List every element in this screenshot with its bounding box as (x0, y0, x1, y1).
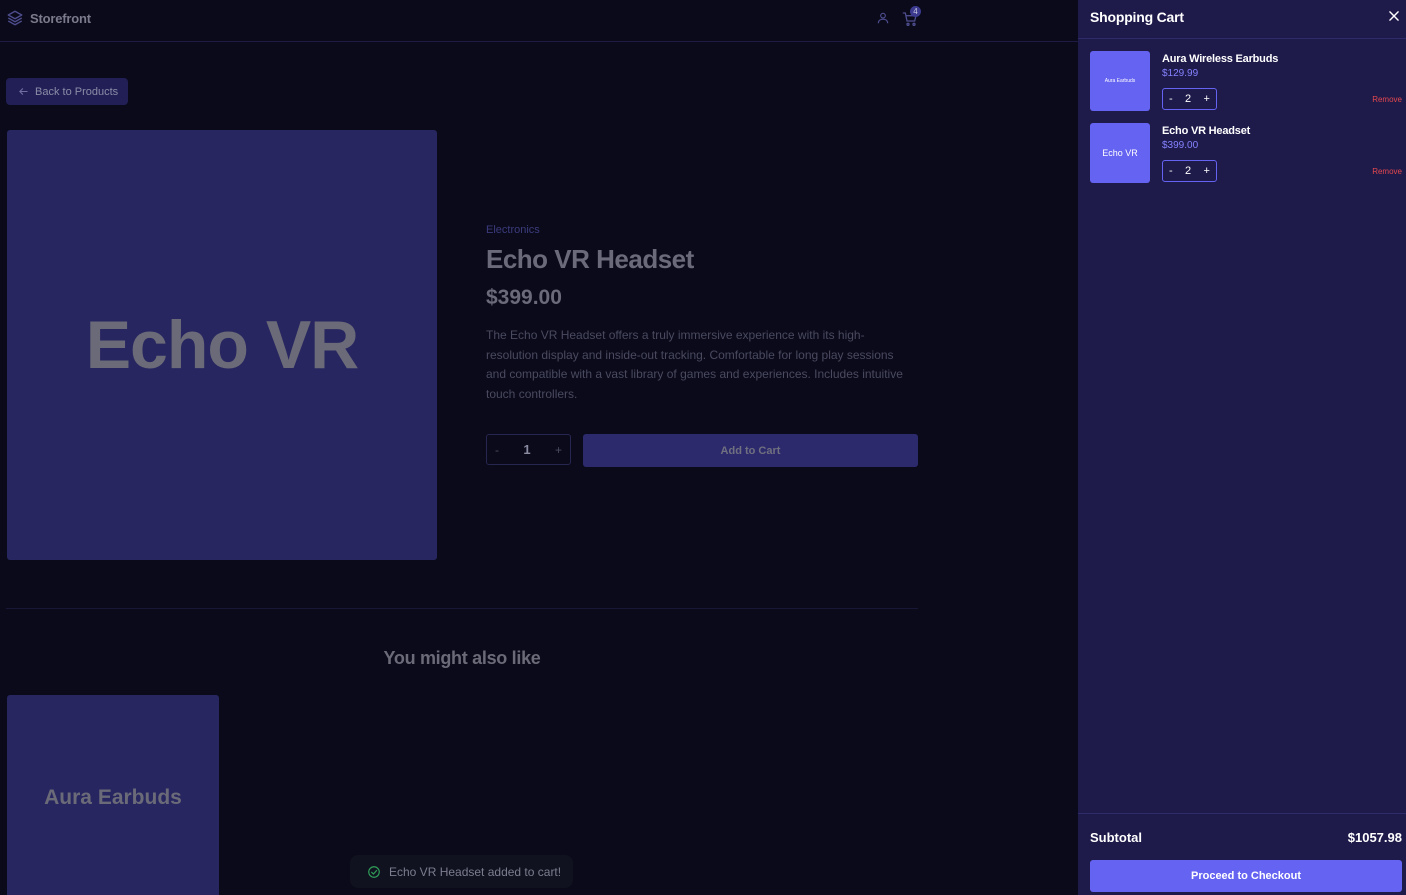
related-product-card[interactable]: Aura Earbuds (7, 695, 219, 895)
section-divider (6, 608, 918, 609)
cart-item-name: Echo VR Headset (1162, 125, 1251, 137)
user-icon[interactable] (876, 11, 890, 25)
cart-item-quantity-stepper: - 2 + (1162, 88, 1217, 110)
close-icon[interactable] (1387, 9, 1401, 23)
top-navbar: Storefront 4 (0, 0, 1078, 42)
cart-item: Echo VR Echo VR Headset $399.00 - 2 + Re… (1090, 123, 1402, 183)
arrow-left-icon (19, 88, 28, 95)
layers-logo-icon (7, 10, 23, 26)
cart-drawer: Shopping Cart Aura Earbuds Aura Wireless… (1078, 0, 1406, 895)
cart-item-increase-button[interactable]: + (1204, 93, 1210, 105)
cart-drawer-title: Shopping Cart (1090, 9, 1184, 25)
cart-item-decrease-button[interactable]: - (1169, 165, 1173, 177)
brand-name: Storefront (30, 10, 91, 26)
qty-value: 1 (523, 442, 531, 457)
cart-item-decrease-button[interactable]: - (1169, 93, 1173, 105)
cart-drawer-footer: Subtotal $1057.98 Proceed to Checkout (1078, 813, 1406, 895)
cart-item-increase-button[interactable]: + (1204, 165, 1210, 177)
qty-decrease-button[interactable]: - (495, 443, 499, 457)
cart-item-remove-button[interactable]: Remove (1372, 95, 1402, 104)
brand-link[interactable]: Storefront (6, 9, 91, 27)
cart-item-qty-value: 2 (1185, 165, 1192, 177)
qty-increase-button[interactable]: + (555, 443, 562, 457)
proceed-to-checkout-button[interactable]: Proceed to Checkout (1090, 860, 1402, 892)
check-circle-icon (368, 865, 380, 878)
add-to-cart-button[interactable]: Add to Cart (583, 434, 918, 467)
cart-item-qty-value: 2 (1185, 93, 1192, 105)
cart-item: Aura Earbuds Aura Wireless Earbuds $129.… (1090, 51, 1402, 111)
subtotal-label: Subtotal (1090, 830, 1142, 845)
product-category[interactable]: Electronics (486, 224, 918, 236)
toast-notification: Echo VR Headset added to cart! (350, 855, 574, 888)
cart-item-quantity-stepper: - 2 + (1162, 160, 1217, 182)
related-products-title: You might also like (383, 648, 541, 668)
product-info: Electronics Echo VR Headset $399.00 The … (486, 224, 918, 404)
cart-button[interactable]: 4 (902, 6, 921, 27)
cart-item-thumbnail: Echo VR (1090, 123, 1150, 183)
cart-item-remove-button[interactable]: Remove (1372, 167, 1402, 176)
quantity-stepper: - 1 + (486, 434, 571, 465)
product-description: The Echo VR Headset offers a truly immer… (486, 328, 903, 401)
cart-item-price: $129.99 (1162, 68, 1199, 79)
cart-count-badge: 4 (910, 6, 921, 17)
toast-message: Echo VR Headset added to cart! (389, 864, 562, 879)
cart-drawer-header: Shopping Cart (1078, 0, 1406, 39)
product-title: Echo VR Headset (486, 244, 694, 274)
navbar-actions: 4 (876, 6, 921, 27)
product-image: Echo VR (7, 130, 437, 560)
product-page: Storefront 4 Back to Products Echo VR El… (0, 0, 1078, 895)
cart-item-thumbnail: Aura Earbuds (1090, 51, 1150, 111)
product-price: $399.00 (486, 286, 562, 309)
back-to-products-label: Back to Products (35, 85, 119, 98)
related-product-image-text: Aura Earbuds (44, 786, 182, 809)
cart-item-name: Aura Wireless Earbuds (1162, 53, 1279, 65)
back-to-products-button[interactable]: Back to Products (6, 78, 129, 105)
purchase-row: - 1 + Add to Cart (486, 434, 918, 467)
cart-item-price: $399.00 (1162, 140, 1199, 151)
subtotal-value: $1057.98 (1347, 830, 1402, 845)
product-image-text: Echo VR (85, 307, 360, 383)
